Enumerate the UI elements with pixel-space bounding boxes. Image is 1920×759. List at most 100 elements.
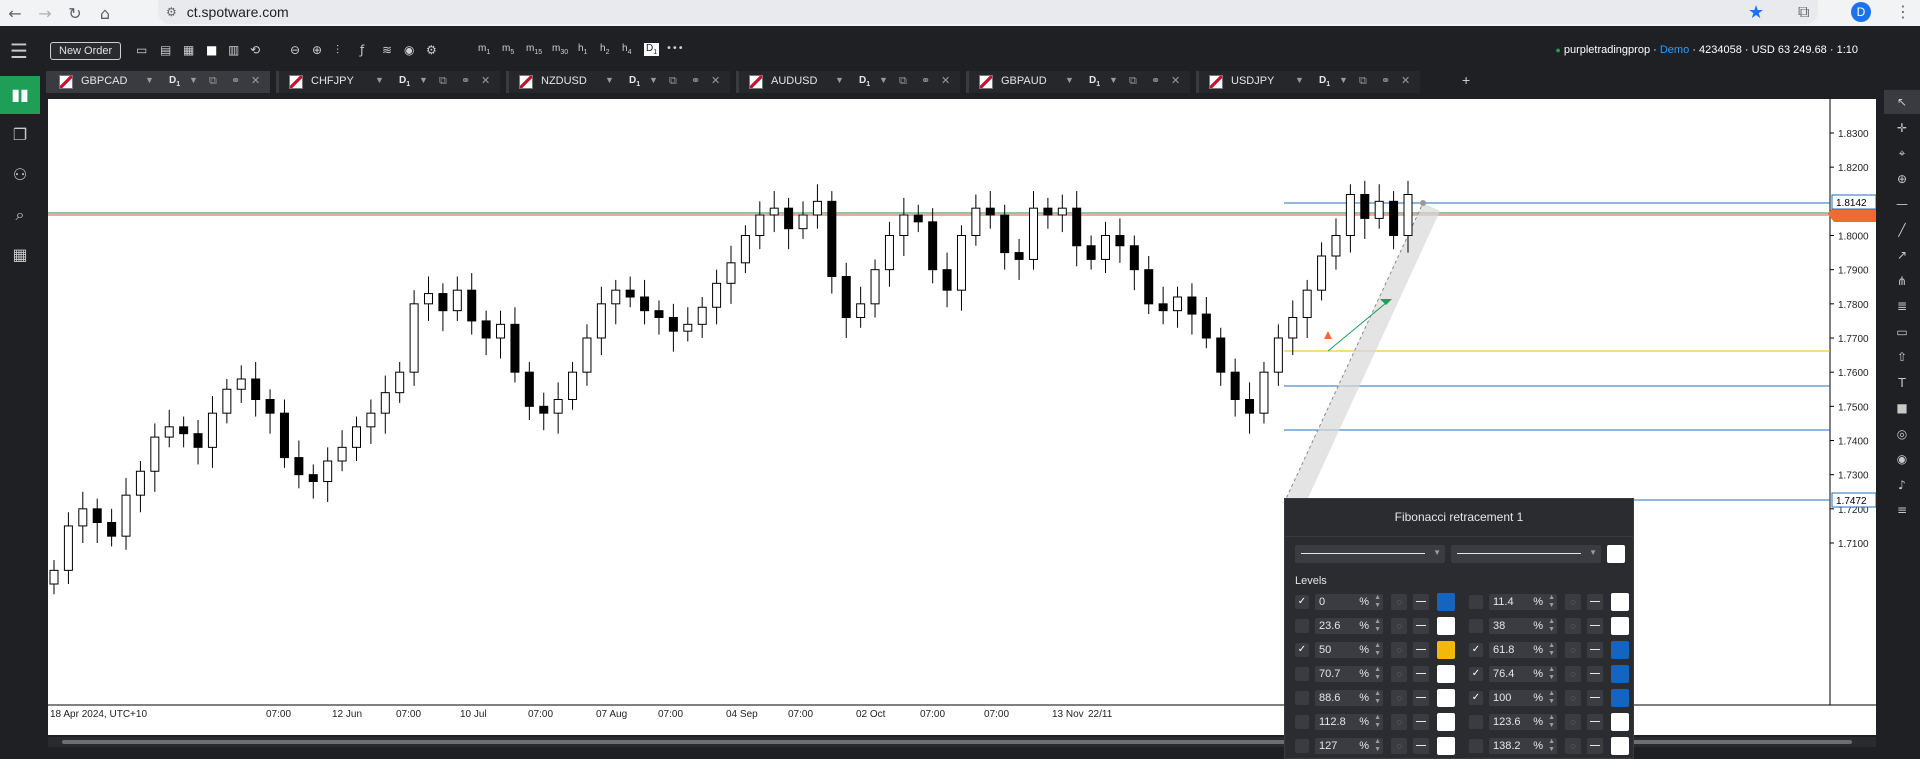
opacity-icon[interactable]: ◌ bbox=[1391, 714, 1407, 730]
magnet-icon[interactable]: ⌖ bbox=[1884, 141, 1920, 165]
line-style-select[interactable]: ▼ bbox=[1295, 545, 1445, 563]
tab-audusd[interactable]: AUDUSD ▼ D1 ▼ ⧉ ⚭ ✕ bbox=[736, 71, 960, 93]
detach-icon[interactable]: ⧉ bbox=[439, 74, 447, 88]
level-value-input[interactable]: 11.4% ▲ ▼ bbox=[1489, 594, 1557, 610]
opacity-icon[interactable]: ◌ bbox=[1565, 714, 1581, 730]
symbol-dropdown-icon[interactable]: ▼ bbox=[835, 75, 844, 85]
new-order-button[interactable]: New Order bbox=[50, 42, 122, 60]
level-color-swatch[interactable] bbox=[1611, 641, 1629, 659]
line-thickness-icon[interactable] bbox=[1587, 738, 1603, 754]
spinner-icon[interactable]: ▲ ▼ bbox=[1374, 618, 1381, 634]
spinner-icon[interactable]: ▲ ▼ bbox=[1374, 642, 1381, 658]
opacity-icon[interactable]: ◌ bbox=[1565, 618, 1581, 634]
add-tab-icon[interactable]: + bbox=[1462, 72, 1470, 88]
opacity-icon[interactable]: ◌ bbox=[1565, 666, 1581, 682]
level-color-swatch[interactable] bbox=[1611, 665, 1629, 683]
close-icon[interactable]: ✕ bbox=[711, 74, 720, 87]
line-thickness-icon[interactable] bbox=[1587, 618, 1603, 634]
line-thickness-icon[interactable] bbox=[1587, 594, 1603, 610]
tab-gbpcad[interactable]: GBPCAD ▼ D1 ▼ ⧉ ⚭ ✕ bbox=[46, 71, 270, 93]
detach-icon[interactable]: ⧉ bbox=[669, 74, 677, 88]
level-color-swatch[interactable] bbox=[1437, 617, 1455, 635]
link-icon[interactable]: ⚭ bbox=[691, 74, 700, 87]
tab-period[interactable]: D1 bbox=[169, 75, 180, 88]
detach-icon[interactable]: ⧉ bbox=[209, 74, 217, 88]
symbol-dropdown-icon[interactable]: ▼ bbox=[375, 75, 384, 85]
level-value-input[interactable]: 0% ▲ ▼ bbox=[1315, 594, 1383, 610]
home-icon[interactable]: ⌂ bbox=[90, 4, 120, 23]
opacity-icon[interactable]: ◌ bbox=[1391, 738, 1407, 754]
line-thickness-icon[interactable] bbox=[1587, 714, 1603, 730]
detach-icon[interactable]: ⧉ bbox=[1129, 74, 1137, 88]
line-thickness-select[interactable]: ▼ bbox=[1451, 545, 1601, 563]
zoom-in-icon[interactable]: ⊕ bbox=[312, 43, 322, 57]
level-checkbox[interactable] bbox=[1295, 691, 1309, 705]
level-color-swatch[interactable] bbox=[1611, 593, 1629, 611]
close-icon[interactable]: ✕ bbox=[941, 74, 950, 87]
spinner-icon[interactable]: ▲ ▼ bbox=[1548, 738, 1555, 754]
tf-m1[interactable]: m1 bbox=[478, 43, 490, 56]
account-info[interactable]: ● purpletradingprop · Demo · 4234058 · U… bbox=[1555, 44, 1858, 56]
close-icon[interactable]: ✕ bbox=[1401, 74, 1410, 87]
chart-mode-icon[interactable]: ▭ bbox=[136, 43, 147, 57]
level-value-input[interactable]: 123.6% ▲ ▼ bbox=[1489, 714, 1557, 730]
close-icon[interactable]: ✕ bbox=[251, 74, 260, 87]
tab-period[interactable]: D1 bbox=[399, 75, 410, 88]
line-thickness-icon[interactable] bbox=[1413, 690, 1429, 706]
reload-icon[interactable]: ↻ bbox=[60, 4, 90, 23]
period-dropdown-icon[interactable]: ▼ bbox=[189, 75, 198, 85]
pitchfork-icon[interactable]: ⋔ bbox=[1884, 269, 1920, 293]
site-settings-icon[interactable]: ⚙ bbox=[166, 5, 177, 19]
line-thickness-icon[interactable] bbox=[1413, 594, 1429, 610]
back-icon[interactable]: ← bbox=[0, 4, 30, 23]
arrow-up-icon[interactable]: ⇧ bbox=[1884, 345, 1920, 369]
spinner-icon[interactable]: ▲ ▼ bbox=[1548, 714, 1555, 730]
close-icon[interactable]: ✕ bbox=[1171, 74, 1180, 87]
level-checkbox[interactable]: ✓ bbox=[1295, 595, 1309, 609]
address-bar[interactable]: ⚙ ct.spotware.com bbox=[158, 0, 1818, 24]
level-checkbox[interactable] bbox=[1469, 739, 1483, 753]
level-checkbox[interactable] bbox=[1469, 595, 1483, 609]
level-color-swatch[interactable] bbox=[1611, 713, 1629, 731]
level-value-input[interactable]: 100% ▲ ▼ bbox=[1489, 690, 1557, 706]
spinner-icon[interactable]: ▲ ▼ bbox=[1374, 594, 1381, 610]
link-icon[interactable]: ⚭ bbox=[231, 74, 240, 87]
text-icon[interactable]: T bbox=[1884, 371, 1920, 395]
opacity-icon[interactable]: ◌ bbox=[1565, 690, 1581, 706]
level-color-swatch[interactable] bbox=[1611, 737, 1629, 755]
level-checkbox[interactable]: ✓ bbox=[1469, 643, 1483, 657]
line-thickness-icon[interactable] bbox=[1587, 642, 1603, 658]
symbol-dropdown-icon[interactable]: ▼ bbox=[605, 75, 614, 85]
period-dropdown-icon[interactable]: ▼ bbox=[1109, 75, 1118, 85]
level-checkbox[interactable] bbox=[1295, 739, 1309, 753]
level-checkbox[interactable] bbox=[1469, 619, 1483, 633]
level-value-input[interactable]: 76.4% ▲ ▼ bbox=[1489, 666, 1557, 682]
opacity-icon[interactable]: ◌ bbox=[1391, 690, 1407, 706]
spinner-icon[interactable]: ▲ ▼ bbox=[1374, 666, 1381, 682]
bell-icon[interactable]: ♪ bbox=[1884, 473, 1920, 497]
browser-menu-icon[interactable]: ⋮ bbox=[1895, 2, 1911, 21]
symbol-dropdown-icon[interactable]: ▼ bbox=[1295, 75, 1304, 85]
trade-icon[interactable]: ▮▮ bbox=[0, 76, 40, 114]
period-dropdown-icon[interactable]: ▼ bbox=[1339, 75, 1348, 85]
link-icon[interactable]: ⚭ bbox=[461, 74, 470, 87]
crosshair-icon[interactable]: ✛ bbox=[1884, 116, 1920, 140]
symbol-dropdown-icon[interactable]: ▼ bbox=[145, 75, 154, 85]
spinner-icon[interactable]: ▲ ▼ bbox=[1548, 618, 1555, 634]
zoom-icon[interactable]: ⊕ bbox=[1884, 167, 1920, 191]
tab-period[interactable]: D1 bbox=[1319, 75, 1330, 88]
period-dropdown-icon[interactable]: ▼ bbox=[649, 75, 658, 85]
url-text[interactable]: ct.spotware.com bbox=[187, 4, 289, 20]
split-layout-icon[interactable]: ▥ bbox=[228, 43, 239, 57]
horizontal-line-icon[interactable]: — bbox=[1884, 192, 1920, 216]
sync-icon[interactable]: ⟲ bbox=[250, 43, 260, 57]
copy-icon[interactable]: ❐ bbox=[0, 116, 40, 154]
opacity-icon[interactable]: ◌ bbox=[1565, 738, 1581, 754]
hamburger-menu-icon[interactable]: ☰ bbox=[10, 39, 28, 63]
more-icon[interactable]: ••• bbox=[666, 43, 684, 54]
layouts-icon[interactable]: ▦ bbox=[0, 236, 40, 274]
tab-period[interactable]: D1 bbox=[1089, 75, 1100, 88]
window-icon[interactable]: ▤ bbox=[160, 43, 171, 57]
tf-h2[interactable]: h2 bbox=[600, 43, 609, 56]
level-value-input[interactable]: 38% ▲ ▼ bbox=[1489, 618, 1557, 634]
